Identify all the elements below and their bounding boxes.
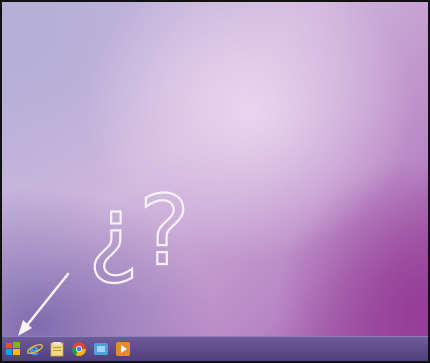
screen: ¿? e: [0, 0, 430, 363]
media-player-button[interactable]: [114, 340, 132, 358]
file-explorer-button[interactable]: [48, 340, 66, 358]
internet-explorer-icon: e: [27, 341, 43, 357]
chrome-icon: [71, 342, 86, 356]
folder-icon: [50, 342, 64, 357]
windows-logo-icon: [6, 342, 20, 355]
taskbar: e: [2, 336, 428, 361]
internet-explorer-button[interactable]: e: [26, 340, 44, 358]
start-button[interactable]: [4, 340, 22, 358]
pointer-arrow-icon: [18, 272, 70, 336]
question-mark-text: ¿?: [88, 175, 190, 287]
media-player-icon: [116, 342, 130, 356]
annotation-overlay: ¿?: [18, 174, 191, 336]
media-center-button[interactable]: [92, 340, 110, 358]
svg-text:e: e: [29, 341, 39, 357]
media-center-icon: [94, 343, 108, 355]
chrome-button[interactable]: [70, 340, 88, 358]
